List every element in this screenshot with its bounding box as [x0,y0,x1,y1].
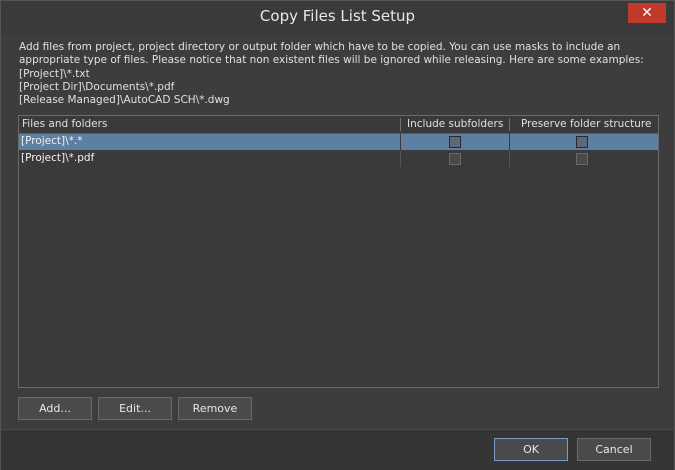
files-table: Files and folders Include subfolders Pre… [18,115,659,388]
include-subfolders-checkbox[interactable] [449,136,461,148]
column-header-preserve-structure[interactable]: Preserve folder structure [521,118,651,130]
edit-button[interactable]: Edit... [98,397,172,420]
close-button[interactable]: ✕ [628,3,666,23]
table-row[interactable]: [Project]\*.* [19,134,658,150]
dialog-title: Copy Files List Setup [259,7,416,25]
column-separator [509,134,510,150]
remove-button[interactable]: Remove [178,397,252,420]
close-icon: ✕ [641,5,653,21]
ok-button[interactable]: OK [494,438,568,461]
column-separator [509,118,510,131]
column-header-include-subfolders[interactable]: Include subfolders [407,118,503,130]
column-header-files[interactable]: Files and folders [22,118,107,130]
column-separator [400,134,401,150]
description-line: Add files from project, project director… [19,41,621,53]
example-line: [Project]\*.txt [19,67,90,80]
description-line: appropriate type of files. Please notice… [19,54,644,67]
column-separator [400,151,401,167]
file-path-cell: [Project]\*.* [21,135,83,147]
add-button[interactable]: Add... [18,397,92,420]
preserve-structure-checkbox[interactable] [576,136,588,148]
example-line: [Release Managed]\AutoCAD SCH\*.dwg [19,94,230,107]
table-row[interactable]: [Project]\*.pdf [19,151,658,167]
file-path-cell: [Project]\*.pdf [21,152,95,164]
example-line: [Project Dir]\Documents\*.pdf [19,80,175,93]
preserve-structure-checkbox[interactable] [576,153,588,165]
description-text: Add files from project, project director… [19,41,659,107]
include-subfolders-checkbox[interactable] [449,153,461,165]
copy-files-dialog: Copy Files List Setup ✕ Add files from p… [0,0,675,470]
cancel-button[interactable]: Cancel [577,438,651,461]
table-header: Files and folders Include subfolders Pre… [19,116,658,134]
title-bar: Copy Files List Setup ✕ [1,1,674,34]
column-separator [400,118,401,131]
column-separator [509,151,510,167]
dialog-footer: OK Cancel [1,429,674,470]
